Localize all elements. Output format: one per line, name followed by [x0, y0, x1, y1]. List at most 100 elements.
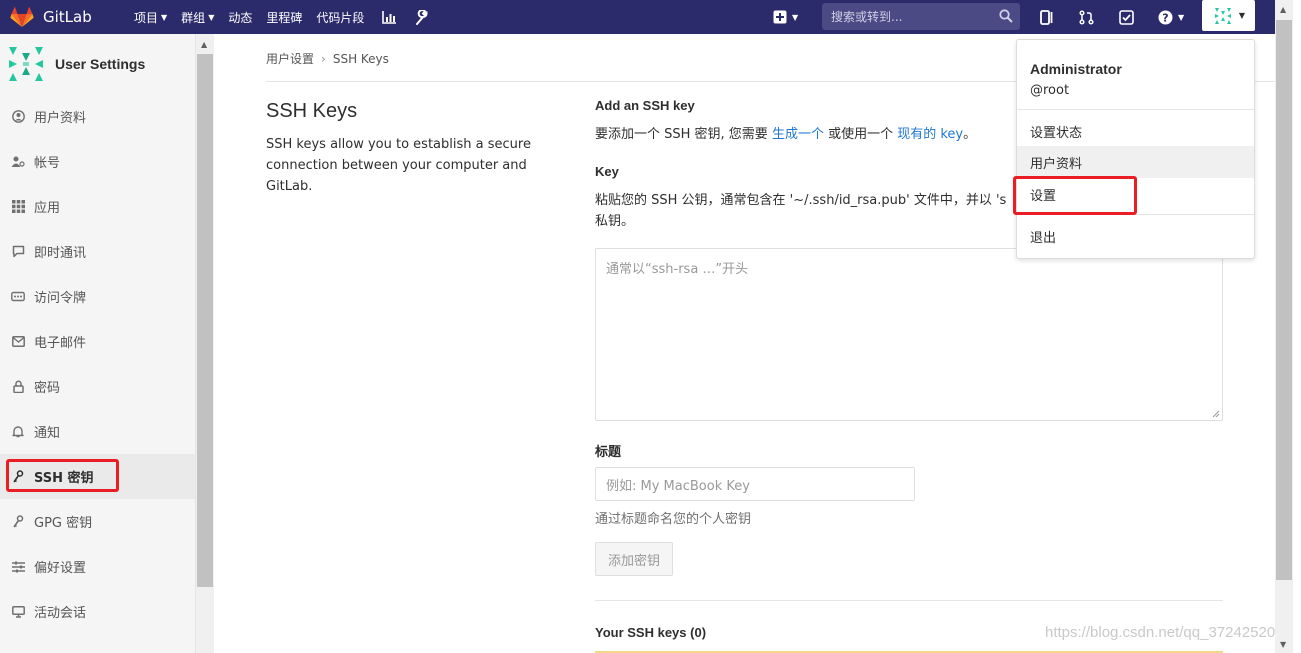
- sidebar-item-label: 通知: [34, 426, 61, 441]
- your-ssh-keys-heading: Your SSH keys (0): [595, 625, 707, 640]
- title-input[interactable]: 例如: My MacBook Key: [595, 467, 915, 501]
- chevron-down-icon: ▼: [161, 12, 168, 22]
- issues-icon[interactable]: [1040, 0, 1055, 34]
- page-scrollbar-thumb[interactable]: [1276, 20, 1292, 580]
- sidebar-item-label: GPG 密钥: [34, 516, 93, 531]
- menu-item-set-status[interactable]: 设置状态: [1017, 115, 1254, 147]
- merge-request-icon[interactable]: [1079, 0, 1094, 34]
- sidebar-item-account[interactable]: 帐号: [0, 139, 195, 184]
- nav-snippets-label: 代码片段: [316, 10, 365, 25]
- envelope-icon: [11, 335, 25, 349]
- sidebar-scrollbar-thumb[interactable]: [197, 54, 213, 587]
- lock-icon: [11, 380, 25, 394]
- sidebar-item-profile[interactable]: 用户资料: [0, 94, 195, 139]
- sidebar-item-applications[interactable]: 应用: [0, 184, 195, 229]
- sidebar-item-gpg-keys[interactable]: GPG 密钥: [0, 499, 195, 544]
- scroll-down-icon[interactable]: ▼: [1280, 640, 1286, 649]
- token-icon: [11, 290, 25, 304]
- page-scrollbar[interactable]: ▲ ▼: [1275, 0, 1293, 653]
- instructions-text: 或使用一个: [823, 127, 898, 142]
- sidebar-item-active-sessions[interactable]: 活动会话: [0, 589, 195, 634]
- sidebar-item-label: 电子邮件: [34, 336, 87, 351]
- chevron-down-icon: ▼: [1238, 11, 1246, 20]
- sidebar-item-label: 活动会话: [34, 606, 87, 621]
- chevron-down-icon: ▼: [208, 12, 215, 22]
- sidebar-item-label: 访问令牌: [34, 291, 87, 306]
- chevron-down-icon: ▼: [1178, 12, 1185, 22]
- sidebar-item-label: 即时通讯: [34, 246, 87, 261]
- sidebar-item-password[interactable]: 密码: [0, 364, 195, 409]
- todo-icon[interactable]: [1119, 0, 1134, 34]
- nav-milestones[interactable]: 里程碑: [266, 9, 302, 26]
- scroll-up-icon[interactable]: ▲: [1280, 5, 1286, 14]
- dropdown-user-info[interactable]: Administrator @root: [1030, 59, 1122, 101]
- search-placeholder: 搜索或转到...: [831, 10, 903, 24]
- instructions-text: 要添加一个 SSH 密钥, 您需要: [595, 127, 772, 142]
- sidebar-item-notifications[interactable]: 通知: [0, 409, 195, 454]
- dropdown-user-name: Administrator: [1030, 61, 1122, 77]
- existing-key-link[interactable]: 现有的 key: [897, 127, 963, 142]
- instructions-text: 。: [963, 127, 977, 142]
- account-icon: [11, 155, 25, 169]
- new-item-dropdown[interactable]: ▼: [773, 0, 798, 34]
- key-help-line-1: 粘贴您的 SSH 公钥，通常包含在 '~/.ssh/id_rsa.pub' 文件…: [595, 193, 1007, 208]
- title-label: 标题: [595, 444, 622, 459]
- menu-item-sign-out[interactable]: 退出: [1017, 220, 1254, 252]
- page-description: SSH keys allow you to establish a secure…: [266, 137, 531, 194]
- highlight-annotation: [6, 459, 119, 492]
- gitlab-home-link[interactable]: GitLab: [10, 6, 120, 28]
- add-ssh-key-heading: Add an SSH key: [595, 98, 695, 113]
- nav-groups[interactable]: 群组 ▼: [181, 9, 214, 26]
- breadcrumb-parent-link[interactable]: 用户设置: [266, 52, 314, 66]
- user-avatar-icon: [9, 47, 43, 81]
- sidebar-item-emails[interactable]: 电子邮件: [0, 319, 195, 364]
- sidebar-item-label: 偏好设置: [34, 561, 87, 576]
- nav-milestones-label: 里程碑: [266, 10, 303, 25]
- user-avatar-dropdown[interactable]: ▼: [1202, 0, 1255, 31]
- watermark: https://blog.csdn.net/qq_37242520: [1045, 624, 1276, 641]
- settings-sidebar: User Settings 用户资料 帐号 应用 即时通讯 访问令牌 电子邮件 …: [0, 34, 196, 653]
- key-textarea[interactable]: 通常以“ssh-rsa …”开头: [595, 248, 1223, 421]
- breadcrumb-current: SSH Keys: [332, 52, 389, 66]
- chevron-down-icon: ▼: [792, 12, 799, 22]
- title-hint: 通过标题命名您的个人密钥: [595, 512, 752, 527]
- key-icon: [11, 515, 25, 529]
- scroll-up-icon[interactable]: ▲: [201, 40, 207, 49]
- sidebar-header[interactable]: User Settings: [0, 34, 195, 94]
- nav-projects[interactable]: 项目 ▼: [134, 9, 167, 26]
- sidebar-item-label: 密码: [34, 381, 61, 396]
- help-dropdown[interactable]: ? ▼: [1158, 0, 1184, 34]
- breadcrumb: 用户设置 › SSH Keys: [266, 50, 389, 67]
- sidebar-item-preferences[interactable]: 偏好设置: [0, 544, 195, 589]
- nav-activity-label: 动态: [228, 10, 253, 25]
- nav-snippets[interactable]: 代码片段: [316, 9, 364, 26]
- sidebar-item-chat[interactable]: 即时通讯: [0, 229, 195, 274]
- add-key-button[interactable]: 添加密钥: [595, 542, 673, 576]
- wrench-icon[interactable]: [415, 9, 429, 25]
- nav-groups-label: 群组: [181, 10, 206, 25]
- search-input[interactable]: 搜索或转到...: [822, 3, 1020, 30]
- plus-square-icon: [773, 10, 787, 24]
- window-edge: [1293, 0, 1301, 653]
- chart-icon[interactable]: [382, 10, 397, 24]
- gitlab-logo-icon: [10, 6, 34, 27]
- user-circle-icon: [11, 110, 25, 124]
- sidebar-item-access-tokens[interactable]: 访问令牌: [0, 274, 195, 319]
- nav-activity[interactable]: 动态: [228, 9, 252, 26]
- bell-icon: [11, 425, 25, 439]
- brand-name: GitLab: [43, 8, 92, 26]
- sliders-icon: [11, 560, 25, 574]
- generate-key-link[interactable]: 生成一个: [772, 127, 824, 142]
- sidebar-scrollbar[interactable]: ▲: [196, 34, 214, 653]
- menu-item-profile[interactable]: 用户资料: [1017, 146, 1254, 178]
- page-title: SSH Keys: [266, 100, 358, 122]
- highlight-annotation: [1013, 176, 1137, 215]
- monitor-icon: [11, 605, 25, 619]
- nav-projects-label: 项目: [134, 10, 159, 25]
- applications-grid-icon: [11, 200, 25, 214]
- avatar-icon: [1211, 4, 1234, 27]
- title-placeholder: 例如: My MacBook Key: [606, 478, 750, 494]
- user-dropdown-menu: Administrator @root 设置状态 用户资料 设置 退出: [1016, 39, 1255, 259]
- resize-handle-icon[interactable]: [1212, 410, 1220, 418]
- search-icon: [999, 9, 1013, 23]
